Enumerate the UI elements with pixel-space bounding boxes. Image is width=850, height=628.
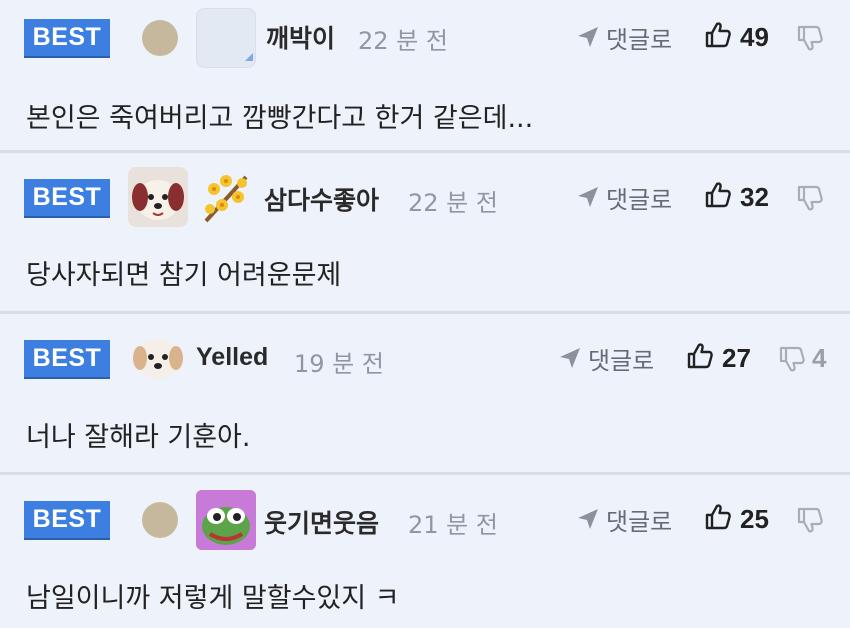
reply-button[interactable]: 댓글로	[606, 180, 672, 215]
blank-emblem-icon	[196, 8, 256, 68]
puppy-avatar[interactable]	[128, 167, 188, 227]
comment-item: BEST 웃기면웃음 21 분 전 댓글로 25 남일이니까 저렇게 말할수있지…	[0, 475, 850, 628]
timestamp: 21 분 전	[408, 511, 498, 539]
avatar[interactable]	[142, 20, 178, 56]
thumbs-up-icon[interactable]	[704, 21, 732, 49]
dislike-count: 4	[812, 343, 827, 373]
thumbs-up-icon[interactable]	[704, 503, 732, 531]
reply-button[interactable]: 댓글로	[588, 341, 654, 376]
thumbs-down-icon[interactable]	[796, 184, 824, 212]
best-badge: BEST	[24, 501, 110, 540]
thumbs-up-icon[interactable]	[704, 181, 732, 209]
reply-arrow-icon[interactable]	[576, 25, 600, 49]
best-badge: BEST	[24, 179, 110, 218]
comment-item: BEST Yelled 19 분 전 댓글로 27 4 너나 잘해라 기훈아.	[0, 314, 850, 472]
frog-face-icon	[196, 490, 256, 550]
comment-text: 남일이니까 저렇게 말할수있지 ㅋ	[26, 583, 400, 614]
timestamp: 22 분 전	[408, 189, 498, 217]
like-count: 32	[740, 182, 769, 212]
puppy-avatar[interactable]	[128, 328, 188, 388]
nickname[interactable]: 깨박이	[266, 19, 335, 55]
reply-arrow-icon[interactable]	[576, 185, 600, 209]
like-count: 49	[740, 22, 769, 52]
like-count: 25	[740, 504, 769, 534]
reply-button[interactable]: 댓글로	[606, 502, 672, 537]
reply-button[interactable]: 댓글로	[606, 20, 672, 55]
nickname[interactable]: Yelled	[196, 343, 268, 372]
nickname[interactable]: 삼다수좋아	[264, 181, 379, 217]
reply-arrow-icon[interactable]	[558, 346, 582, 370]
thumbs-down-icon[interactable]	[796, 506, 824, 534]
comment-text: 본인은 죽여버리고 깜빵간다고 한거 같은데...	[26, 103, 534, 134]
comment-text: 너나 잘해라 기훈아.	[26, 422, 251, 453]
like-count: 27	[722, 343, 751, 373]
comment-text: 당사자되면 참기 어려운문제	[26, 260, 342, 291]
nickname[interactable]: 웃기면웃음	[264, 504, 379, 540]
thumbs-up-icon[interactable]	[686, 342, 714, 370]
timestamp: 19 분 전	[294, 350, 384, 378]
best-badge: BEST	[24, 19, 110, 58]
avatar[interactable]	[142, 502, 178, 538]
timestamp: 22 분 전	[358, 27, 448, 55]
comment-item: BEST 깨박이 22 분 전 댓글로 49 본인은 죽여버리고 깜빵간다고 한…	[0, 0, 850, 150]
thumbs-down-icon[interactable]	[796, 24, 824, 52]
best-badge: BEST	[24, 340, 110, 379]
comment-list: BEST 깨박이 22 분 전 댓글로 49 본인은 죽여버리고 깜빵간다고 한…	[0, 0, 850, 628]
comment-item: BEST 삼다수좋아 22 분 전 댓글로 32 당사자되면 참기 어려운문제	[0, 153, 850, 311]
reply-arrow-icon[interactable]	[576, 507, 600, 531]
thumbs-down-icon[interactable]	[778, 345, 806, 373]
flower-branch-icon	[196, 167, 256, 227]
